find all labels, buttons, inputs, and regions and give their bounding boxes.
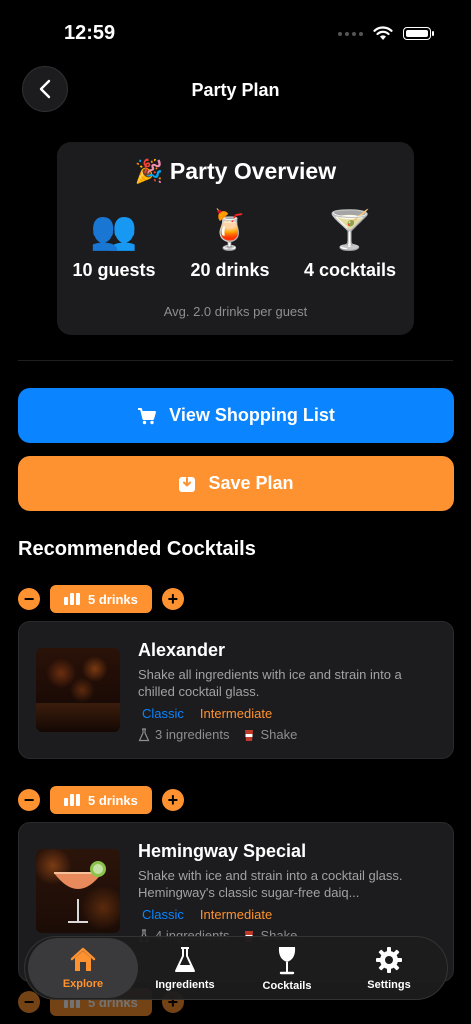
- view-shopping-list-label: View Shopping List: [169, 405, 335, 425]
- flask-icon: [138, 727, 150, 741]
- cocktail-thumbnail: [36, 648, 120, 732]
- cocktail-name: Alexander: [138, 640, 226, 660]
- drink-count-badge: 5 drinks: [50, 585, 152, 613]
- cocktail-tags: Classic Intermediate: [142, 706, 272, 721]
- margarita-glass-illustration: [54, 861, 106, 923]
- battery-icon: [403, 27, 434, 40]
- decrement-button[interactable]: −: [18, 789, 40, 811]
- bar-chart-icon: [64, 593, 80, 605]
- ingredients-count: 3 ingredients: [138, 727, 229, 742]
- stat-cocktails-label: 4 cocktails: [303, 260, 397, 280]
- gear-icon: [376, 946, 402, 973]
- view-shopping-list-button[interactable]: View Shopping List: [18, 388, 454, 443]
- house-icon: [70, 947, 96, 971]
- avg-drinks-per-guest: Avg. 2.0 drinks per guest: [163, 304, 308, 319]
- guests-icon: 👥: [90, 210, 138, 252]
- tropical-drink-icon: 🍹: [206, 210, 254, 252]
- decrement-button[interactable]: −: [18, 991, 40, 1013]
- cocktail-meta: 3 ingredients Shake: [138, 727, 297, 742]
- cocktail-name: Hemingway Special: [138, 841, 307, 861]
- status-icons: [338, 26, 434, 41]
- increment-button[interactable]: +: [161, 789, 184, 811]
- save-plan-button[interactable]: Save Plan: [18, 456, 454, 511]
- tab-cocktails-label: Cocktails: [262, 979, 312, 992]
- category-tag: Classic: [142, 706, 184, 721]
- save-plan-label: Save Plan: [208, 473, 294, 493]
- tab-explore[interactable]: Explore: [28, 938, 138, 998]
- cocktail-thumbnail: [36, 849, 120, 933]
- divider: [18, 360, 453, 361]
- ingredients-label: 3 ingredients: [155, 727, 230, 742]
- cart-icon: [138, 407, 157, 424]
- drink-count-badge: 5 drinks: [50, 786, 152, 814]
- difficulty-tag: Intermediate: [199, 706, 273, 721]
- overview-title: 🎉 Party Overview: [134, 158, 337, 184]
- category-tag: Classic: [142, 907, 184, 922]
- shaker-icon: [245, 729, 254, 741]
- drink-count-label: 5 drinks: [88, 792, 138, 808]
- cocktail-description: Shake all ingredients with ice and strai…: [138, 667, 402, 699]
- stat-guests: 👥 10 guests: [54, 208, 174, 281]
- tab-explore-label: Explore: [62, 977, 104, 990]
- cocktail-description: Shake with ice and strain into a cocktai…: [138, 868, 403, 900]
- tab-settings-label: Settings: [367, 978, 411, 991]
- drink-count-label: 5 drinks: [88, 591, 138, 607]
- party-overview-card: 🎉 Party Overview 👥 10 guests 🍹 20 drinks…: [57, 142, 414, 335]
- cellular-signal-icon: [338, 31, 363, 36]
- stat-drinks-label: 20 drinks: [190, 260, 270, 280]
- tab-ingredients[interactable]: Ingredients: [132, 937, 238, 999]
- wifi-icon: [373, 26, 393, 40]
- recommended-cocktails-heading: Recommended Cocktails: [18, 538, 256, 560]
- decrement-button[interactable]: −: [18, 588, 40, 610]
- tab-cocktails[interactable]: Cocktails: [234, 937, 340, 999]
- stat-guests-label: 10 guests: [72, 260, 156, 280]
- method-label: Shake: [260, 727, 298, 742]
- tab-settings[interactable]: Settings: [336, 937, 442, 999]
- cocktail-tags: Classic Intermediate: [142, 907, 272, 922]
- tab-bar: Explore Ingredients Cocktails Settings: [24, 936, 448, 1000]
- stat-cocktails: 🍸 4 cocktails: [290, 208, 410, 281]
- flask-icon: [175, 946, 195, 972]
- bar-chart-icon: [64, 794, 80, 806]
- drink-count-stepper: − 5 drinks +: [18, 585, 184, 613]
- increment-button[interactable]: +: [161, 588, 184, 610]
- method: Shake: [243, 727, 297, 742]
- cocktail-card-alexander[interactable]: Alexander Shake all ingredients with ice…: [18, 621, 454, 759]
- difficulty-tag: Intermediate: [199, 907, 273, 922]
- status-time: 12:59: [64, 22, 116, 44]
- drink-count-stepper: − 5 drinks +: [18, 786, 184, 814]
- page-title: Party Plan: [191, 80, 280, 100]
- tab-ingredients-label: Ingredients: [155, 978, 215, 991]
- wine-glass-icon: [278, 946, 296, 974]
- cocktail-glass-icon: 🍸: [326, 210, 374, 252]
- save-tray-icon: [179, 476, 196, 492]
- stat-drinks: 🍹 20 drinks: [170, 208, 290, 281]
